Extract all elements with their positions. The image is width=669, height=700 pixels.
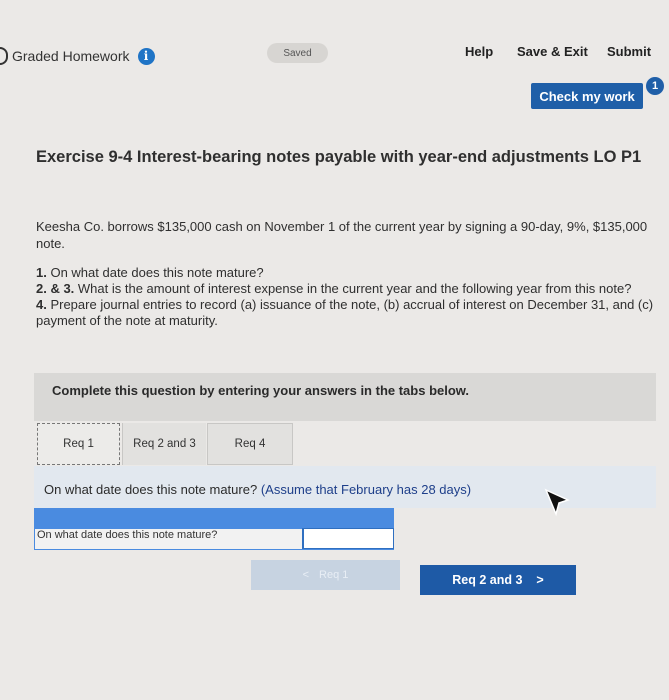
exercise-intro: Keesha Co. borrows $135,000 cash on Nove…	[36, 219, 648, 251]
tab-req-4[interactable]: Req 4	[207, 423, 293, 465]
question-1-number: 1.	[36, 265, 47, 280]
help-link[interactable]: Help	[465, 44, 493, 59]
next-req-button[interactable]: Req 2 and 3 >	[420, 565, 576, 595]
tab-bar: Req 1 Req 2 and 3 Req 4	[34, 423, 656, 467]
question-4-text: Prepare journal entries to record (a) is…	[36, 297, 654, 328]
prev-req-label: Req 1	[319, 569, 349, 581]
question-2-3-text: What is the amount of interest expense i…	[74, 281, 632, 296]
maturity-date-input[interactable]	[302, 528, 394, 549]
question-2-3-number: 2. & 3.	[36, 281, 75, 296]
panel-question-text: On what date does this note mature?	[44, 482, 258, 497]
question-4: 4. Prepare journal entries to record (a)…	[36, 297, 661, 329]
panel-question: On what date does this note mature? (Ass…	[44, 482, 471, 497]
tab-req-1[interactable]: Req 1	[37, 423, 120, 465]
mouse-cursor-icon	[544, 488, 571, 517]
panel-question-hint: (Assume that February has 28 days)	[260, 482, 472, 497]
prev-req-button[interactable]: < Req 1	[251, 560, 400, 590]
chevron-left-icon: <	[302, 569, 310, 581]
check-my-work-button[interactable]: Check my work	[531, 83, 643, 109]
question-1: 1. On what date does this note mature?	[36, 265, 661, 281]
saved-status: Saved	[267, 43, 328, 63]
save-exit-link[interactable]: Save & Exit	[517, 44, 588, 59]
next-req-label: Req 2 and 3	[452, 573, 523, 587]
exercise-title: Exercise 9-4 Interest-bearing notes paya…	[36, 148, 642, 166]
assignment-title-text: Graded Homework	[12, 48, 130, 64]
question-1-text: On what date does this note mature?	[46, 265, 264, 280]
tab-req-2-and-3[interactable]: Req 2 and 3	[122, 423, 206, 465]
submit-link[interactable]: Submit	[607, 44, 651, 59]
answer-label: On what date does this note mature?	[37, 529, 218, 541]
assignment-title: Graded Homework i	[0, 47, 155, 65]
question-4-number: 4.	[36, 297, 47, 312]
chevron-right-icon: >	[536, 573, 544, 587]
info-icon[interactable]: i	[137, 47, 155, 65]
instructions-text: Complete this question by entering your …	[52, 383, 470, 398]
back-arrow-icon[interactable]	[0, 47, 8, 65]
question-2-3: 2. & 3. What is the amount of interest e…	[36, 281, 661, 297]
question-list: 1. On what date does this note mature? 2…	[36, 265, 661, 329]
check-count-badge: 1	[645, 76, 665, 96]
